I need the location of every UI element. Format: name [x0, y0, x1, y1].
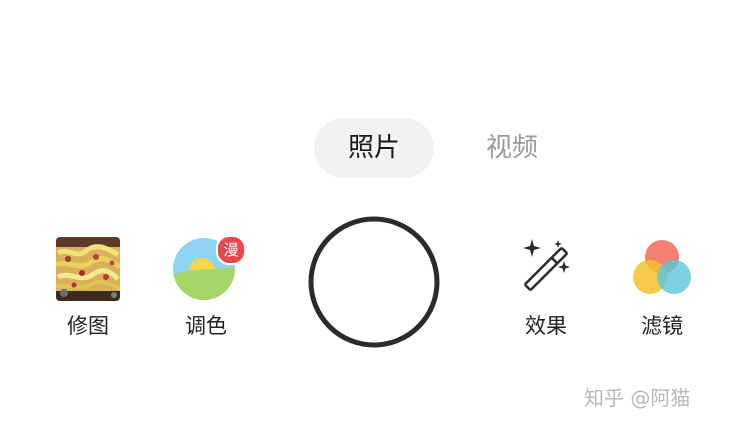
edit-photo-label: 修图 — [67, 314, 109, 338]
filter-button[interactable]: 滤镜 — [612, 237, 712, 339]
landscape-color-icon: 漫 — [173, 235, 246, 301]
photo-thumbnail-icon — [56, 237, 120, 301]
shutter-ring-icon — [308, 216, 440, 348]
effect-label: 效果 — [525, 314, 567, 338]
filter-circles-icon — [630, 237, 694, 301]
color-tone-button[interactable]: 漫 调色 — [156, 235, 256, 339]
magic-wand-icon — [514, 237, 578, 301]
tab-video[interactable]: 视频 — [452, 118, 572, 178]
manga-badge: 漫 — [216, 235, 246, 265]
edit-photo-button[interactable]: 修图 — [38, 237, 138, 339]
shutter-button[interactable] — [307, 215, 441, 349]
filter-label: 滤镜 — [641, 314, 683, 338]
watermark: 知乎 @阿猫 — [584, 386, 691, 410]
tab-photo[interactable]: 照片 — [314, 118, 434, 178]
color-tone-label: 调色 — [185, 314, 227, 338]
effect-button[interactable]: 效果 — [496, 237, 596, 339]
